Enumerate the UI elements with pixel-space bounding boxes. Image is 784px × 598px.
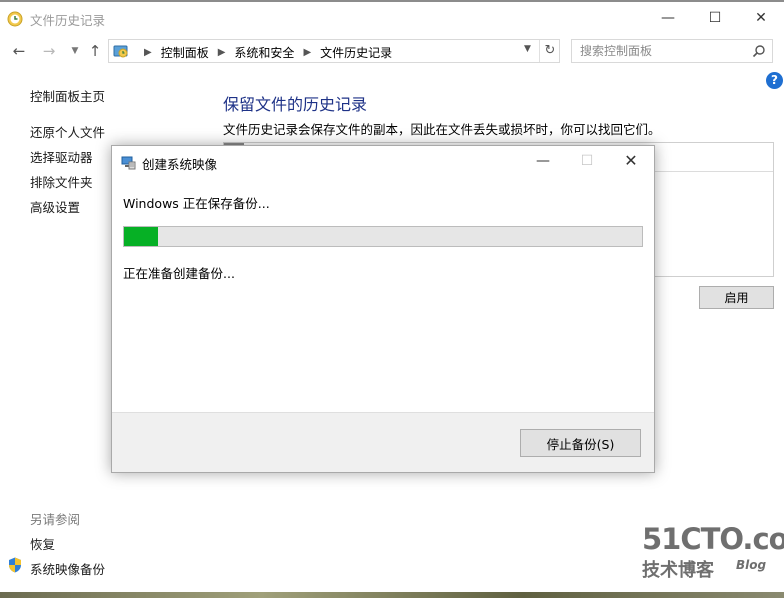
- backup-status-text: Windows 正在保存备份...: [123, 196, 270, 211]
- enable-button[interactable]: 启用: [699, 286, 774, 309]
- sidebar-item-exclude-folders[interactable]: 排除文件夹: [30, 172, 93, 191]
- maximize-button[interactable]: ☐: [692, 4, 738, 32]
- breadcrumb-file-history[interactable]: 文件历史记录: [320, 44, 392, 61]
- dialog-titlebar: 创建系统映像 — ☐ ✕: [112, 146, 654, 177]
- address-bar[interactable]: ▶ 控制面板 ▶ 系统和安全 ▶ 文件历史记录 ▼ ↻: [108, 39, 560, 63]
- breadcrumb-separator-icon[interactable]: ▶: [303, 47, 311, 58]
- dialog-maximize-button: ☐: [580, 153, 594, 169]
- see-also-heading: 另请参阅: [30, 512, 81, 527]
- backup-substatus-text: 正在准备创建备份...: [123, 266, 235, 281]
- search-input[interactable]: [572, 40, 750, 62]
- page-title: 保留文件的历史记录: [223, 95, 368, 114]
- address-dropdown-chevron-icon[interactable]: ▼: [524, 44, 531, 54]
- window-titlebar: 文件历史记录 — ☐ ✕: [0, 0, 784, 33]
- recent-locations-chevron-icon[interactable]: ▼: [66, 42, 84, 60]
- close-button[interactable]: ✕: [738, 4, 784, 32]
- system-image-backup-icon: [121, 156, 136, 170]
- sidebar-item-restore-files[interactable]: 还原个人文件: [30, 122, 105, 141]
- desktop-background-strip: [0, 592, 784, 598]
- navigation-bar: ← → ▼ ↑ ▶ 控制面板 ▶ 系统和安全 ▶ 文件历史记录 ▼ ↻: [0, 33, 784, 69]
- breadcrumb-separator-icon[interactable]: ▶: [144, 47, 152, 58]
- dialog-minimize-button[interactable]: —: [520, 146, 566, 176]
- file-history-icon: [7, 11, 23, 27]
- see-also-recovery-link[interactable]: 恢复: [30, 534, 55, 553]
- watermark-subtitle: 技术博客: [642, 560, 714, 581]
- watermark-logo: 51CTO.com 技术博客 Blog: [640, 520, 784, 582]
- sidebar-item-advanced-settings[interactable]: 高级设置: [30, 197, 80, 216]
- search-box[interactable]: [571, 39, 773, 63]
- page-description: 文件历史记录会保存文件的副本，因此在文件丢失或损坏时，你可以找回它们。: [223, 122, 661, 137]
- dialog-close-button[interactable]: ✕: [608, 146, 654, 176]
- stop-backup-button[interactable]: 停止备份(S): [520, 429, 641, 457]
- sidebar-item-select-drive[interactable]: 选择驱动器: [30, 147, 93, 166]
- backup-progress-bar: [123, 226, 643, 247]
- up-arrow-icon[interactable]: ↑: [86, 42, 104, 60]
- watermark-site: 51CTO.com: [642, 522, 784, 556]
- minimize-button[interactable]: —: [645, 4, 691, 32]
- control-panel-icon: [113, 45, 128, 58]
- dialog-title: 创建系统映像: [142, 157, 218, 172]
- breadcrumb-separator-icon[interactable]: ▶: [218, 47, 226, 58]
- see-also-system-image-backup-link[interactable]: 系统映像备份: [30, 559, 105, 578]
- uac-shield-icon: [9, 557, 21, 573]
- back-arrow-icon[interactable]: ←: [10, 42, 28, 60]
- dialog-footer: 停止备份(S): [112, 412, 654, 472]
- watermark-blog: Blog: [736, 558, 767, 572]
- help-icon[interactable]: ?: [766, 72, 783, 89]
- create-system-image-dialog: 创建系统映像 — ☐ ✕ Windows 正在保存备份... 正在准备创建备份.…: [111, 145, 655, 473]
- window-title: 文件历史记录: [30, 13, 106, 28]
- search-icon[interactable]: [752, 44, 766, 58]
- breadcrumb: ▶ 控制面板 ▶ 系统和安全 ▶ 文件历史记录: [135, 44, 392, 61]
- progress-fill: [124, 227, 159, 246]
- refresh-icon[interactable]: ↻: [539, 40, 560, 62]
- forward-arrow-icon[interactable]: →: [40, 42, 58, 60]
- breadcrumb-system-security[interactable]: 系统和安全: [234, 44, 294, 61]
- breadcrumb-control-panel[interactable]: 控制面板: [161, 44, 209, 61]
- sidebar-item-control-panel-home[interactable]: 控制面板主页: [30, 86, 105, 105]
